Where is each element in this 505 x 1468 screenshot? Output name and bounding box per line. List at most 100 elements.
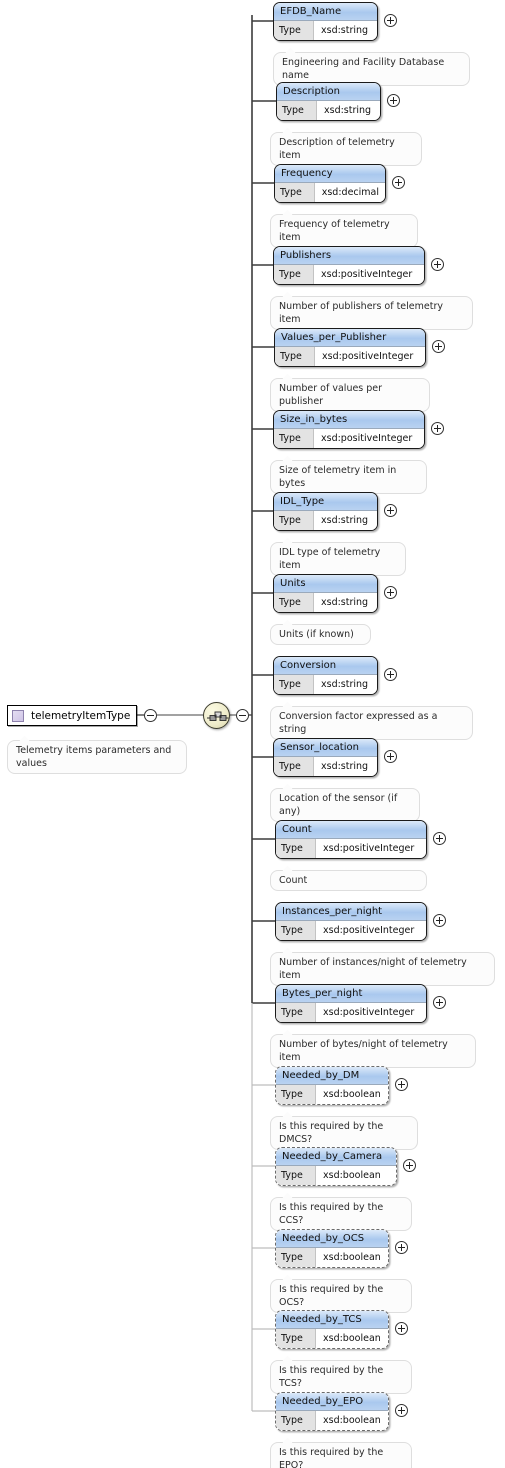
element-box-needed_by_dm[interactable]: Needed_by_DM Type xsd:boolean bbox=[275, 1066, 389, 1105]
element-type-row: Type xsd:decimal bbox=[275, 183, 385, 202]
element-type-row: Type xsd:positiveInteger bbox=[276, 839, 426, 858]
type-key-label: Type bbox=[274, 511, 314, 530]
annotation-idl_type: IDL type of telemetry item bbox=[270, 542, 406, 576]
element-type-row: Type xsd:string bbox=[274, 511, 377, 530]
element-type-row: Type xsd:string bbox=[277, 101, 380, 120]
element-box-description[interactable]: Description Type xsd:string bbox=[276, 82, 381, 121]
expand-toggle-bytes_per_night[interactable] bbox=[433, 996, 446, 1009]
annotation-efdb_name: Engineering and Facility Database name bbox=[273, 52, 470, 86]
annotation-needed_by_tcs: Is this required by the TCS? bbox=[270, 1360, 412, 1394]
element-box-publishers[interactable]: Publishers Type xsd:positiveInteger bbox=[273, 246, 425, 285]
element-name: Frequency bbox=[275, 165, 385, 183]
element-box-needed_by_tcs[interactable]: Needed_by_TCS Type xsd:boolean bbox=[275, 1310, 389, 1349]
type-key-label: Type bbox=[276, 839, 316, 858]
element-box-sensor_location[interactable]: Sensor_location Type xsd:string bbox=[273, 738, 378, 777]
annotation-units: Units (if known) bbox=[270, 624, 371, 645]
type-value: xsd:positiveInteger bbox=[321, 269, 413, 280]
element-type-row: Type xsd:positiveInteger bbox=[274, 429, 424, 448]
type-value: xsd:string bbox=[324, 105, 372, 116]
type-key-label: Type bbox=[274, 757, 314, 776]
root-type-node[interactable]: telemetryItemType bbox=[7, 705, 137, 726]
type-value: xsd:positiveInteger bbox=[323, 1007, 415, 1018]
type-key-label: Type bbox=[274, 429, 314, 448]
element-type-row: Type xsd:string bbox=[274, 757, 377, 776]
type-key-label: Type bbox=[276, 1329, 316, 1348]
element-type-row: Type xsd:positiveInteger bbox=[275, 347, 425, 366]
expand-toggle-values_per_publisher[interactable] bbox=[432, 340, 445, 353]
type-value: xsd:string bbox=[321, 597, 369, 608]
expand-toggle-efdb_name[interactable] bbox=[384, 14, 397, 27]
element-name: Needed_by_TCS bbox=[276, 1311, 388, 1329]
type-key-label: Type bbox=[276, 1003, 316, 1022]
element-box-size_in_bytes[interactable]: Size_in_bytes Type xsd:positiveInteger bbox=[273, 410, 425, 449]
root-collapse-toggle[interactable] bbox=[144, 709, 157, 722]
expand-toggle-size_in_bytes[interactable] bbox=[431, 422, 444, 435]
element-box-frequency[interactable]: Frequency Type xsd:decimal bbox=[274, 164, 386, 203]
element-type-row: Type xsd:boolean bbox=[276, 1329, 388, 1348]
element-box-efdb_name[interactable]: EFDB_Name Type xsd:string bbox=[273, 2, 378, 41]
expand-toggle-needed_by_ocs[interactable] bbox=[395, 1241, 408, 1254]
element-name: Needed_by_Camera bbox=[276, 1148, 396, 1166]
element-box-needed_by_epo[interactable]: Needed_by_EPO Type xsd:boolean bbox=[275, 1392, 389, 1431]
element-name: Description bbox=[277, 83, 380, 101]
type-key-label: Type bbox=[276, 1411, 316, 1430]
element-box-bytes_per_night[interactable]: Bytes_per_night Type xsd:positiveInteger bbox=[275, 984, 427, 1023]
expand-toggle-idl_type[interactable] bbox=[384, 504, 397, 517]
expand-toggle-publishers[interactable] bbox=[431, 258, 444, 271]
annotation-needed_by_ocs: Is this required by the OCS? bbox=[270, 1279, 412, 1313]
annotation-frequency: Frequency of telemetry item bbox=[270, 214, 418, 248]
element-box-needed_by_camera[interactable]: Needed_by_Camera Type xsd:boolean bbox=[275, 1147, 397, 1186]
type-key-label: Type bbox=[274, 21, 314, 40]
type-key-label: Type bbox=[275, 183, 315, 202]
type-key-label: Type bbox=[276, 1085, 316, 1104]
type-value: xsd:boolean bbox=[323, 1089, 381, 1100]
element-box-instances_per_night[interactable]: Instances_per_night Type xsd:positiveInteg… bbox=[275, 902, 427, 941]
root-type-label: telemetryItemType bbox=[31, 709, 131, 722]
annotation-values_per_publisher: Number of values per publisher bbox=[270, 378, 430, 412]
sequence-collapse-toggle[interactable] bbox=[236, 709, 249, 722]
element-name: Values_per_Publisher bbox=[275, 329, 425, 347]
expand-toggle-sensor_location[interactable] bbox=[384, 750, 397, 763]
expand-toggle-description[interactable] bbox=[387, 94, 400, 107]
element-type-row: Type xsd:positiveInteger bbox=[274, 265, 424, 284]
expand-toggle-needed_by_dm[interactable] bbox=[395, 1078, 408, 1091]
type-value: xsd:boolean bbox=[323, 1170, 381, 1181]
type-key-label: Type bbox=[277, 101, 317, 120]
type-value: xsd:string bbox=[321, 761, 369, 772]
expand-toggle-units[interactable] bbox=[384, 586, 397, 599]
element-type-row: Type xsd:string bbox=[274, 675, 377, 694]
expand-toggle-count[interactable] bbox=[433, 832, 446, 845]
annotation-bytes_per_night: Number of bytes/night of telemetry item bbox=[270, 1034, 476, 1068]
expand-toggle-needed_by_tcs[interactable] bbox=[395, 1322, 408, 1335]
complex-type-icon bbox=[12, 709, 24, 722]
type-key-label: Type bbox=[274, 593, 314, 612]
type-value: xsd:positiveInteger bbox=[323, 925, 415, 936]
type-value: xsd:positiveInteger bbox=[322, 351, 414, 362]
expand-toggle-instances_per_night[interactable] bbox=[433, 914, 446, 927]
element-name: Conversion bbox=[274, 657, 377, 675]
element-name: Size_in_bytes bbox=[274, 411, 424, 429]
element-box-units[interactable]: Units Type xsd:string bbox=[273, 574, 378, 613]
sequence-compositor-icon[interactable] bbox=[203, 702, 230, 729]
element-name: Instances_per_night bbox=[276, 903, 426, 921]
type-key-label: Type bbox=[275, 347, 315, 366]
type-value: xsd:boolean bbox=[323, 1252, 381, 1263]
annotation-conversion: Conversion factor expressed as a string bbox=[270, 706, 473, 740]
expand-toggle-needed_by_camera[interactable] bbox=[403, 1159, 416, 1172]
type-value: xsd:positiveInteger bbox=[323, 843, 415, 854]
expand-toggle-conversion[interactable] bbox=[384, 668, 397, 681]
type-value: xsd:positiveInteger bbox=[321, 433, 413, 444]
expand-toggle-frequency[interactable] bbox=[392, 176, 405, 189]
element-box-conversion[interactable]: Conversion Type xsd:string bbox=[273, 656, 378, 695]
element-box-idl_type[interactable]: IDL_Type Type xsd:string bbox=[273, 492, 378, 531]
element-box-values_per_publisher[interactable]: Values_per_Publisher Type xsd:positiveInte… bbox=[274, 328, 426, 367]
element-box-count[interactable]: Count Type xsd:positiveInteger bbox=[275, 820, 427, 859]
type-value: xsd:string bbox=[321, 515, 369, 526]
root-annotation: Telemetry items parameters and values bbox=[7, 740, 187, 774]
element-box-needed_by_ocs[interactable]: Needed_by_OCS Type xsd:boolean bbox=[275, 1229, 389, 1268]
element-type-row: Type xsd:string bbox=[274, 21, 377, 40]
element-type-row: Type xsd:boolean bbox=[276, 1166, 396, 1185]
expand-toggle-needed_by_epo[interactable] bbox=[395, 1404, 408, 1417]
element-name: Needed_by_EPO bbox=[276, 1393, 388, 1411]
annotation-needed_by_dm: Is this required by the DMCS? bbox=[270, 1116, 418, 1150]
